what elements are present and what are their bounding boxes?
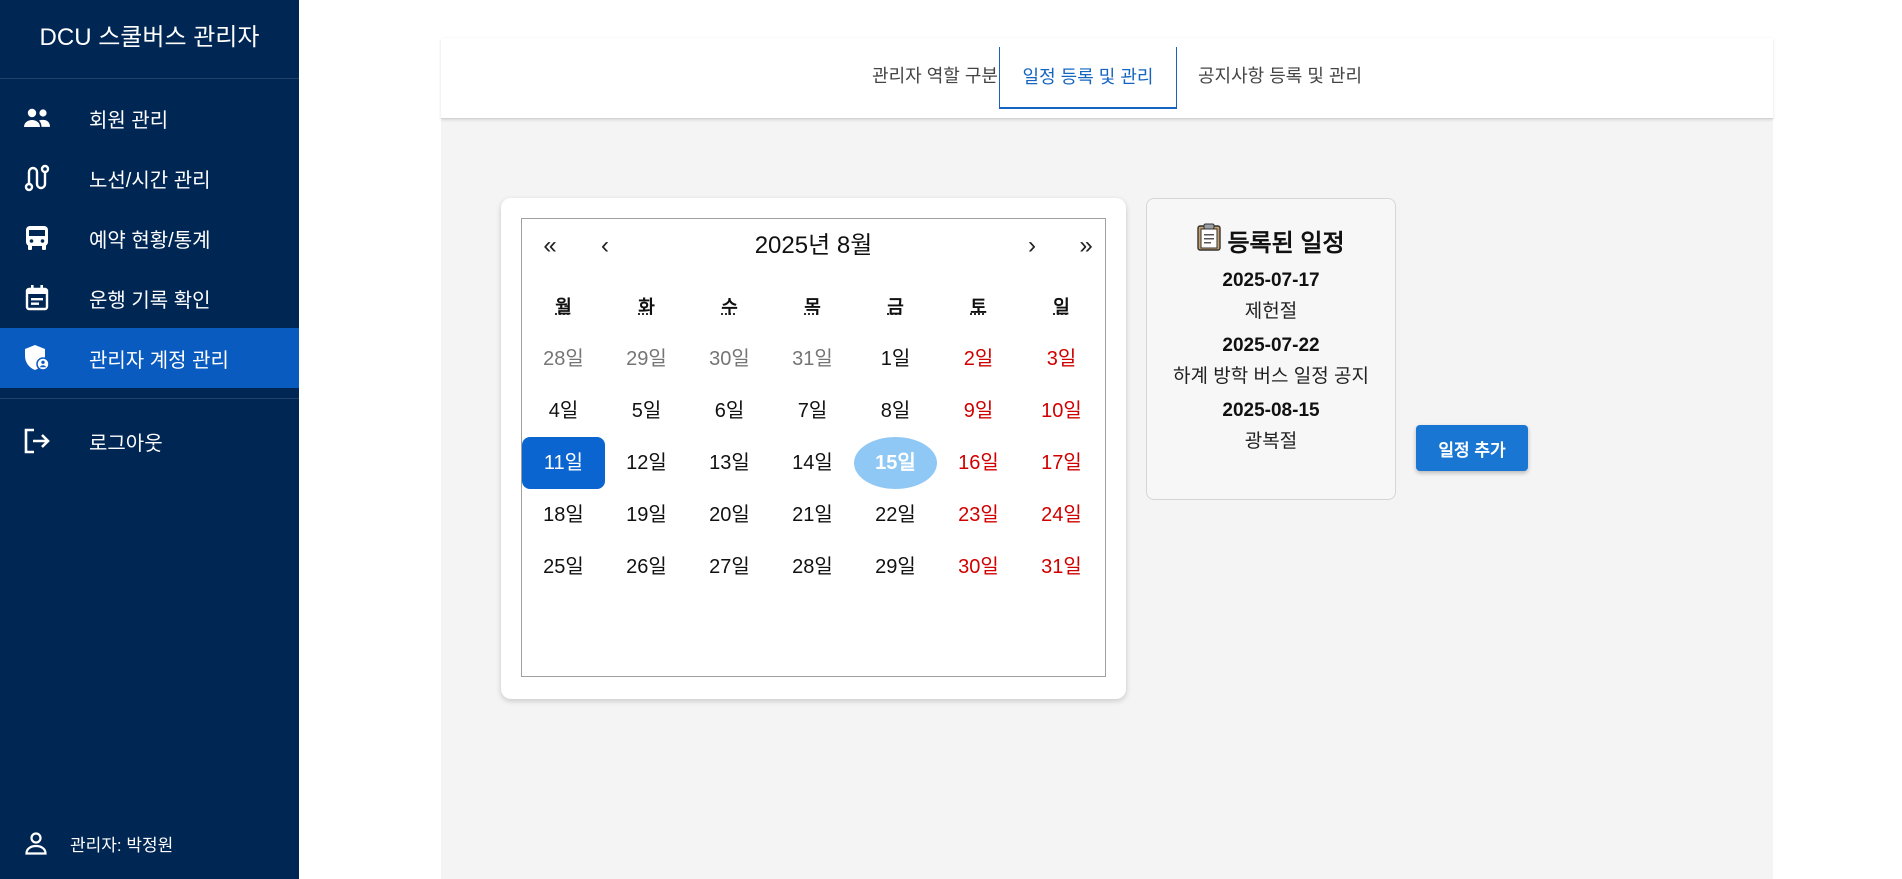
calendar-day[interactable]: 15일	[854, 437, 937, 489]
sidebar: DCU 스쿨버스 관리자 회원 관리 노선/시간 관리 예약 현황/통계 운행 …	[0, 0, 299, 879]
calendar-day[interactable]: 26일	[605, 541, 688, 593]
brand-title: DCU 스쿨버스 관리자	[0, 0, 299, 79]
weekday-label: 수	[721, 297, 738, 317]
sidebar-item-label: 회원 관리	[89, 109, 169, 132]
logout-icon	[19, 423, 55, 459]
calendar-day[interactable]: 30일	[937, 541, 1020, 593]
calendar-day[interactable]: 2일	[937, 333, 1020, 385]
sidebar-item-members[interactable]: 회원 관리	[0, 88, 299, 148]
sidebar-item-routes[interactable]: 노선/시간 관리	[0, 148, 299, 208]
calendar-day[interactable]: 20일	[688, 489, 771, 541]
calendar-day[interactable]: 10일	[1020, 385, 1103, 437]
bus-icon	[19, 220, 55, 256]
weekday-label: 월	[555, 297, 572, 317]
calendar-day[interactable]: 6일	[688, 385, 771, 437]
calendar-day[interactable]: 14일	[771, 437, 854, 489]
calendar-day[interactable]: 5일	[605, 385, 688, 437]
sidebar-nav: 회원 관리 노선/시간 관리 예약 현황/통계 운행 기록 확인 관리자 계정 …	[0, 88, 299, 388]
calendar-day[interactable]: 1일	[854, 333, 937, 385]
schedule-item[interactable]: 2025-07-17 제헌절	[1147, 270, 1395, 323]
calendar-day[interactable]: 13일	[688, 437, 771, 489]
calendar-day[interactable]: 30일	[688, 333, 771, 385]
sidebar-item-label: 예약 현황/통계	[89, 229, 211, 252]
admin-shield-icon	[19, 340, 55, 376]
sidebar-item-label: 노선/시간 관리	[89, 169, 211, 192]
sidebar-divider	[0, 398, 299, 399]
prev-month-button[interactable]: ‹	[585, 231, 625, 261]
calendar-day[interactable]: 17일	[1020, 437, 1103, 489]
calendar-day[interactable]: 22일	[854, 489, 937, 541]
calendar-day[interactable]: 8일	[854, 385, 937, 437]
schedule-card: 등록된 일정 2025-07-17 제헌절 2025-07-22 하계 방학 버…	[1146, 198, 1396, 500]
calendar-icon	[19, 280, 55, 316]
logout-label: 로그아웃	[89, 432, 163, 455]
next-year-button[interactable]: »	[1066, 231, 1106, 261]
sidebar-item-admin-accounts[interactable]: 관리자 계정 관리	[0, 328, 299, 388]
schedule-date: 2025-07-17	[1222, 270, 1320, 291]
admin-user: 관리자: 박정원	[0, 827, 173, 859]
sidebar-item-label: 관리자 계정 관리	[89, 349, 229, 372]
calendar-day[interactable]: 3일	[1020, 333, 1103, 385]
calendar-day[interactable]: 25일	[522, 541, 605, 593]
calendar-day[interactable]: 4일	[522, 385, 605, 437]
weekday-label: 금	[887, 297, 904, 317]
schedule-item[interactable]: 2025-08-15 광복절	[1147, 400, 1395, 453]
calendar-day[interactable]: 12일	[605, 437, 688, 489]
schedule-title-text: 등록된 일정	[1227, 230, 1345, 257]
calendar-day[interactable]: 21일	[771, 489, 854, 541]
sidebar-item-logs[interactable]: 운행 기록 확인	[0, 268, 299, 328]
schedule-list: 2025-07-17 제헌절 2025-07-22 하계 방학 버스 일정 공지…	[1147, 270, 1395, 453]
schedule-item[interactable]: 2025-07-22 하계 방학 버스 일정 공지	[1147, 335, 1395, 388]
calendar-day[interactable]: 23일	[937, 489, 1020, 541]
calendar: 2025년 8월 « ‹ › » 월 화 수 목 금 토 일 28일 29일 30일…	[521, 218, 1106, 677]
calendar-day[interactable]: 27일	[688, 541, 771, 593]
calendar-day[interactable]: 18일	[522, 489, 605, 541]
logout-button[interactable]: 로그아웃	[0, 411, 299, 471]
weekday-label: 화	[638, 297, 655, 317]
calendar-day[interactable]: 31일	[771, 333, 854, 385]
tab-bar: 관리자 역할 구분 일정 등록 및 관리 공지사항 등록 및 관리	[441, 38, 1773, 119]
add-schedule-button[interactable]: 일정 추가	[1416, 425, 1528, 471]
calendar-day[interactable]: 16일	[937, 437, 1020, 489]
calendar-day[interactable]: 11일	[522, 437, 605, 489]
calendar-day[interactable]: 24일	[1020, 489, 1103, 541]
calendar-day[interactable]: 9일	[937, 385, 1020, 437]
people-icon	[19, 100, 55, 136]
admin-user-label: 관리자: 박정원	[70, 835, 174, 855]
prev-year-button[interactable]: «	[530, 231, 570, 261]
calendar-day[interactable]: 7일	[771, 385, 854, 437]
schedule-name: 하계 방학 버스 일정 공지	[1173, 366, 1369, 387]
next-month-button[interactable]: ›	[1012, 231, 1052, 261]
calendar-card: 2025년 8월 « ‹ › » 월 화 수 목 금 토 일 28일 29일 30일…	[501, 198, 1126, 699]
schedule-date: 2025-07-22	[1222, 335, 1320, 356]
person-icon	[20, 827, 52, 859]
sidebar-item-reservations[interactable]: 예약 현황/통계	[0, 208, 299, 268]
calendar-day[interactable]: 29일	[854, 541, 937, 593]
calendar-day[interactable]: 29일	[605, 333, 688, 385]
calendar-day[interactable]: 31일	[1020, 541, 1103, 593]
calendar-day[interactable]: 28일	[771, 541, 854, 593]
tab-notices[interactable]: 공지사항 등록 및 관리	[1180, 48, 1380, 106]
route-icon	[19, 160, 55, 196]
calendar-day[interactable]: 28일	[522, 333, 605, 385]
schedule-name: 제헌절	[1244, 301, 1298, 322]
schedule-date: 2025-08-15	[1222, 400, 1320, 421]
sidebar-item-label: 운행 기록 확인	[89, 289, 211, 312]
weekday-label: 토	[970, 297, 987, 317]
schedule-title: 등록된 일정	[1147, 223, 1395, 258]
calendar-day[interactable]: 19일	[605, 489, 688, 541]
weekday-label: 목	[804, 297, 821, 317]
clipboard-icon	[1197, 223, 1222, 258]
schedule-name: 광복절	[1244, 431, 1298, 452]
calendar-grid: 월 화 수 목 금 토 일 28일 29일 30일 31일 1일 2일 3일 4일 5일 6일 7일…	[522, 281, 1105, 593]
tab-admin-roles[interactable]: 관리자 역할 구분	[845, 48, 1025, 106]
weekday-label: 일	[1053, 297, 1070, 317]
tab-schedule[interactable]: 일정 등록 및 관리	[999, 47, 1177, 109]
